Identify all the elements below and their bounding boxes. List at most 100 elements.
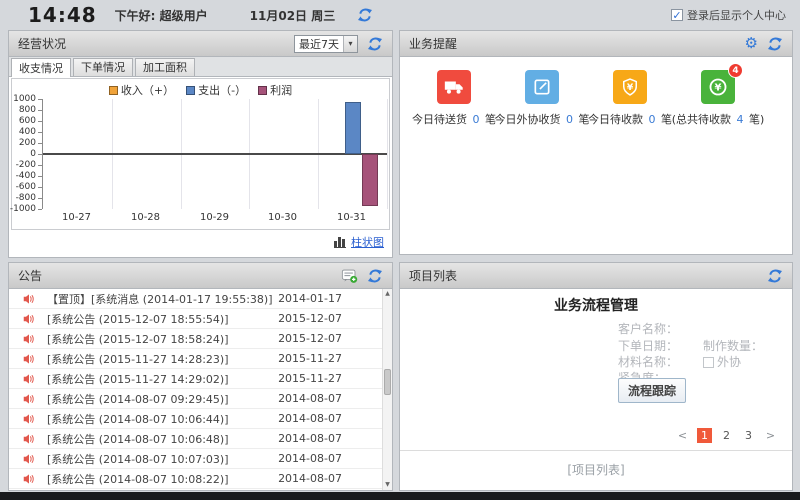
announcement-row[interactable]: [系统公告 (2014-08-07 10:08:22)]2014-08-07 <box>9 469 392 489</box>
panel-title: 经营状况 <box>18 35 66 52</box>
announcement-text: [系统公告 (2015-12-07 18:55:54)] <box>47 311 229 327</box>
notification-badge: 4 <box>728 63 743 78</box>
project-list-footer: [项目列表] <box>400 450 792 490</box>
announcement-list: 【置顶】[系统消息 (2014-01-17 19:55:38)]2014-01-… <box>9 289 392 490</box>
announcement-text: [系统公告 (2015-11-27 14:29:02)] <box>47 371 229 387</box>
announcement-date: 2014-08-07 <box>278 452 342 465</box>
gear-icon[interactable]: ⚙ <box>745 36 758 51</box>
scroll-thumb[interactable] <box>384 369 391 395</box>
reminder-tile-item: 今日外协收货 0 笔 <box>498 70 586 127</box>
reminder-tile[interactable]: ¥ <box>613 70 647 104</box>
personal-center-checkbox[interactable]: ✓ <box>671 9 683 21</box>
announcement-date: 2015-11-27 <box>278 352 342 365</box>
refresh-icon[interactable] <box>767 36 783 52</box>
legend-label: 利润 <box>270 82 292 98</box>
y-axis-labels: -1000-800-600-400-20002004006008001000 <box>12 99 39 209</box>
y-axis-label: -400 <box>16 171 36 181</box>
reminder-tile[interactable]: ¥4 <box>701 70 735 104</box>
truck-icon <box>443 76 465 98</box>
yen-shield-icon: ¥ <box>620 77 640 97</box>
speaker-icon <box>23 293 35 305</box>
legend-label: 支出（-） <box>198 82 246 98</box>
reminder-tile[interactable] <box>437 70 471 104</box>
refresh-icon[interactable] <box>367 36 383 52</box>
speaker-icon <box>23 373 35 385</box>
page-button-3[interactable]: 3 <box>741 428 756 443</box>
business-status-header: 经营状况 最近7天 ▾ <box>9 31 392 57</box>
announcement-date: 2014-08-07 <box>278 392 342 405</box>
announcement-date: 2015-12-07 <box>278 312 342 325</box>
announcement-row[interactable]: [系统公告 (2014-08-07 09:29:45)]2014-08-07 <box>9 389 392 409</box>
material-name-label: 材料名称： <box>618 353 678 370</box>
panel-title: 项目列表 <box>409 267 457 284</box>
announcement-text: [系统公告 (2014-08-07 10:07:03)] <box>47 451 229 467</box>
announcement-text: [系统公告 (2014-08-07 10:06:48)] <box>47 431 229 447</box>
announcement-date: 2015-11-27 <box>278 372 342 385</box>
announcement-row[interactable]: [系统公告 (2015-11-27 14:29:02)] 2015-11-27 <box>9 369 392 389</box>
y-axis-label: -800 <box>16 193 36 203</box>
business-reminders-header: 业务提醒 ⚙ <box>400 31 792 57</box>
refresh-icon[interactable] <box>767 268 783 284</box>
y-axis-label: 400 <box>19 127 36 137</box>
announcement-row[interactable]: [系统公告 (2014-08-07 10:06:44)]2014-08-07 <box>9 409 392 429</box>
scroll-up-icon[interactable]: ▲ <box>383 289 392 299</box>
quantity-label: 制作数量： <box>703 337 763 354</box>
x-axis-label: 10-29 <box>180 212 249 223</box>
reminder-tile[interactable] <box>525 70 559 104</box>
announcement-date: 2014-08-07 <box>278 432 342 445</box>
chart-type-link[interactable]: 柱状图 <box>351 234 384 250</box>
y-axis-label: 1000 <box>13 94 36 104</box>
announcement-row[interactable]: 【置顶】[系统消息 (2014-01-17 19:55:38)]2014-01-… <box>9 289 392 309</box>
speaker-icon <box>23 313 35 325</box>
speaker-icon <box>23 413 35 425</box>
scrollbar[interactable]: ▲ ▼ <box>382 289 392 490</box>
tab-income-expense[interactable]: 收支情况 <box>11 58 71 77</box>
announcement-date: 2014-08-07 <box>278 472 342 485</box>
x-axis-label: 10-30 <box>248 212 317 223</box>
date-range-value: 最近7天 <box>295 36 343 52</box>
chevron-down-icon[interactable]: ▾ <box>343 36 357 52</box>
zero-axis-line <box>43 153 387 155</box>
speaker-icon <box>23 453 35 465</box>
reminder-tile-item: ¥今日待收款 0 笔 <box>586 70 674 127</box>
y-axis-label: 800 <box>19 105 36 115</box>
date-range-select[interactable]: 最近7天 ▾ <box>294 35 358 53</box>
prev-page-button[interactable]: < <box>675 428 690 443</box>
announcement-row[interactable]: [系统公告 (2015-12-07 18:58:24)]2015-12-07 <box>9 329 392 349</box>
announcement-row[interactable]: [系统公告 (2014-08-07 10:06:48)] 2014-08-07 <box>9 429 392 449</box>
tab-orders[interactable]: 下单情况 <box>73 58 133 76</box>
x-axis-label: 10-28 <box>111 212 180 223</box>
bar-chart-icon <box>334 236 347 248</box>
x-axis-label: 10-27 <box>42 212 111 223</box>
announcement-row[interactable]: [系统公告 (2015-12-07 18:55:54)] 2015-12-07 <box>9 309 392 329</box>
y-axis-label: -200 <box>16 160 36 170</box>
speaker-icon <box>23 473 35 485</box>
announcement-row[interactable]: [系统公告 (2014-08-07 10:07:03)] 2014-08-07 <box>9 449 392 469</box>
page-button-1[interactable]: 1 <box>697 428 712 443</box>
announcements-header: 公告 <box>9 263 392 289</box>
tab-processing-area[interactable]: 加工面积 <box>135 58 195 76</box>
announcement-date: 2015-12-07 <box>278 332 342 345</box>
bottom-bar <box>0 492 800 500</box>
reminder-tile-item: ¥4(总共待收款 4 笔) <box>674 70 762 127</box>
speaker-icon <box>23 333 35 345</box>
outsource-checkbox[interactable] <box>703 357 714 368</box>
speaker-icon <box>23 393 35 405</box>
refresh-icon[interactable] <box>367 268 383 284</box>
bar-chart: 收入（+）支出（-）利润 -1000-800-600-400-200020040… <box>11 78 390 230</box>
scroll-down-icon[interactable]: ▼ <box>383 480 392 490</box>
process-track-button[interactable]: 流程跟踪 <box>618 378 686 403</box>
personal-center-label: 登录后显示个人中心 <box>687 7 786 23</box>
announcement-text: [系统公告 (2015-11-27 14:28:23)] <box>47 351 229 367</box>
page-button-2[interactable]: 2 <box>719 428 734 443</box>
announcement-row[interactable]: [系统公告 (2015-11-27 14:28:23)] 2015-11-27 <box>9 349 392 369</box>
edit-icon <box>532 77 552 97</box>
topbar: 14:48 下午好: 超级用户 11月02日 周三 ✓ 登录后显示个人中心 <box>0 0 800 30</box>
refresh-icon[interactable] <box>357 7 373 23</box>
chart-bar <box>362 154 378 206</box>
status-tabs: 收支情况 下单情况 加工面积 <box>9 57 392 77</box>
new-message-icon[interactable] <box>341 268 358 284</box>
y-axis-label: -1000 <box>10 204 36 214</box>
order-date-label: 下单日期： <box>618 337 678 354</box>
next-page-button[interactable]: > <box>763 428 778 443</box>
